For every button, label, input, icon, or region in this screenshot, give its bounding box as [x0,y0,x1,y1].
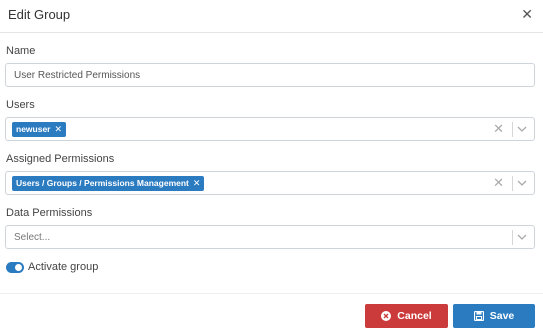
divider [512,176,513,191]
data-permissions-select[interactable]: Select... [5,225,535,249]
divider [512,122,513,137]
permission-tag-label: Users / Groups / Permissions Management [16,178,189,188]
name-label: Name [6,45,36,57]
cancel-button[interactable]: Cancel [365,304,448,328]
dialog-title: Edit Group [8,7,71,22]
clear-icon[interactable]: ✕ [493,176,504,190]
users-label: Users [6,99,35,111]
cancel-button-label: Cancel [397,310,432,322]
activate-group-toggle[interactable] [6,262,24,273]
data-permissions-label: Data Permissions [6,207,93,219]
close-icon[interactable]: ✕ [521,6,533,22]
floppy-disk-icon [473,311,484,321]
remove-tag-icon[interactable]: ✕ [55,124,63,134]
name-input[interactable]: User Restricted Permissions [5,63,535,87]
edit-group-dialog: Edit Group ✕ Name User Restricted Permis… [0,0,543,335]
users-select[interactable]: newuser ✕ ✕ [5,117,535,141]
footer-divider [0,293,543,294]
chevron-down-icon[interactable] [516,176,528,190]
data-permissions-placeholder: Select... [14,232,51,243]
remove-tag-icon[interactable]: ✕ [193,178,201,188]
divider [512,230,513,245]
name-input-value: User Restricted Permissions [14,70,141,81]
user-tag-label: newuser [16,124,51,134]
activate-group-label: Activate group [28,261,99,273]
chevron-down-icon[interactable] [516,122,528,136]
chevron-down-icon[interactable] [516,230,528,244]
assigned-permissions-select[interactable]: Users / Groups / Permissions Management ✕… [5,171,535,195]
user-tag: newuser ✕ [12,122,67,137]
toggle-knob [15,264,22,271]
assigned-permissions-label: Assigned Permissions [6,153,115,165]
cancel-circle-icon [381,311,392,321]
permission-tag: Users / Groups / Permissions Management ✕ [12,176,205,191]
save-button-label: Save [489,310,515,322]
clear-icon[interactable]: ✕ [493,122,504,136]
dialog-header: Edit Group ✕ [0,0,543,33]
save-button[interactable]: Save [453,304,535,328]
